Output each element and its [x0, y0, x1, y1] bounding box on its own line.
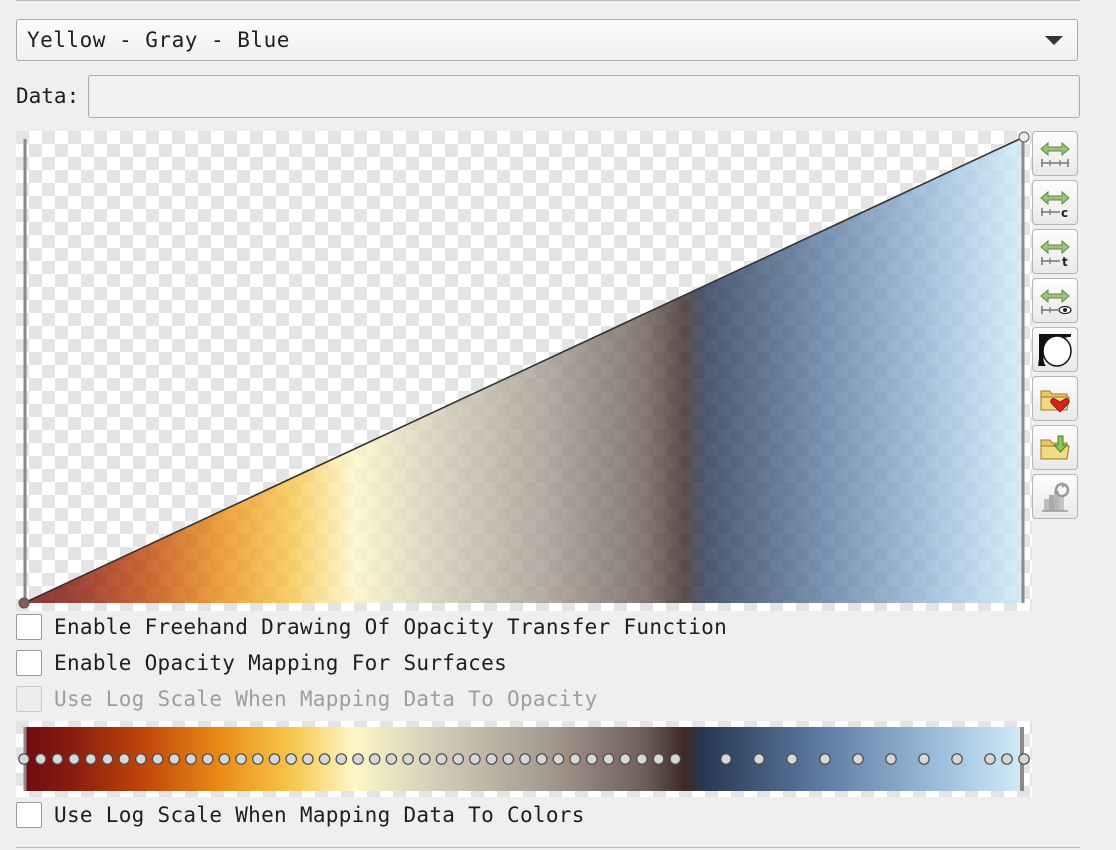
log-scale-opacity-checkbox — [16, 686, 42, 712]
freehand-drawing-label: Enable Freehand Drawing Of Opacity Trans… — [54, 615, 728, 639]
color-control-point[interactable] — [418, 753, 431, 765]
color-control-point[interactable] — [402, 753, 414, 765]
color-control-point[interactable] — [168, 753, 181, 765]
opacity-control-point-end[interactable] — [1018, 131, 1030, 143]
choose-preset-icon — [1040, 390, 1070, 413]
preset-selected-value: Yellow - Gray - Blue — [27, 28, 290, 52]
color-control-point[interactable] — [435, 753, 448, 765]
color-control-point[interactable] — [68, 753, 80, 765]
color-control-point[interactable] — [352, 753, 364, 765]
opacity-surfaces-label: Enable Opacity Mapping For Surfaces — [54, 651, 508, 675]
color-control-point[interactable] — [984, 753, 996, 765]
rescale-to-visible-range-button[interactable] — [1032, 278, 1078, 323]
log-scale-colors-label: Use Log Scale When Mapping Data To Color… — [54, 803, 585, 827]
color-control-point[interactable] — [885, 753, 897, 765]
color-control-point[interactable] — [34, 753, 47, 765]
opacity-surfaces-checkbox[interactable] — [16, 650, 42, 676]
data-histogram-button[interactable] — [1032, 474, 1078, 519]
save-to-preset-icon — [1040, 435, 1070, 459]
color-control-point[interactable] — [502, 753, 515, 765]
color-control-point[interactable] — [135, 753, 147, 765]
color-control-point[interactable] — [118, 753, 130, 765]
color-control-point[interactable] — [185, 753, 197, 765]
color-control-point[interactable] — [201, 753, 214, 765]
color-control-point[interactable] — [669, 753, 682, 765]
color-control-point[interactable] — [385, 753, 398, 765]
color-control-point[interactable] — [519, 753, 531, 765]
log-scale-opacity-label: Use Log Scale When Mapping Data To Opaci… — [54, 687, 598, 711]
rescale-to-data-range-icon — [1040, 141, 1070, 167]
color-control-point[interactable] — [720, 753, 732, 765]
rescale-to-custom-range-button[interactable]: c — [1032, 180, 1078, 225]
color-control-point[interactable] — [469, 753, 481, 765]
opacity-transfer-function-editor[interactable] — [16, 131, 1032, 611]
color-control-point[interactable] — [101, 753, 114, 765]
preset-dropdown[interactable]: Yellow - Gray - Blue — [16, 19, 1078, 61]
color-control-point[interactable] — [1018, 753, 1030, 765]
color-control-point[interactable] — [636, 753, 648, 765]
color-control-point[interactable] — [51, 753, 64, 765]
color-control-point[interactable] — [652, 753, 665, 765]
svg-text:c: c — [1061, 206, 1068, 218]
top-divider — [16, 0, 1080, 1]
invert-transfer-function-button[interactable] — [1032, 327, 1078, 372]
color-control-point[interactable] — [585, 753, 598, 765]
color-control-point[interactable] — [252, 753, 264, 765]
color-control-point[interactable] — [485, 753, 498, 765]
opacity-surfaces-checkbox-row[interactable]: Enable Opacity Mapping For Surfaces — [16, 650, 507, 676]
color-control-point[interactable] — [235, 753, 247, 765]
color-control-point[interactable] — [619, 753, 631, 765]
color-transfer-function-editor[interactable] — [16, 721, 1032, 797]
color-control-point[interactable] — [552, 753, 565, 765]
data-input[interactable] — [88, 75, 1080, 118]
color-control-point[interactable] — [819, 753, 831, 765]
color-control-point[interactable] — [268, 753, 281, 765]
svg-text:t: t — [1062, 255, 1068, 267]
color-control-point[interactable] — [368, 753, 381, 765]
rescale-to-custom-range-icon: c — [1040, 190, 1070, 218]
log-scale-opacity-checkbox-row: Use Log Scale When Mapping Data To Opaci… — [16, 686, 598, 712]
rescale-to-data-range-button[interactable] — [1032, 131, 1078, 176]
chevron-down-icon[interactable] — [1045, 36, 1063, 45]
color-control-point[interactable] — [602, 753, 615, 765]
color-control-point[interactable] — [535, 753, 548, 765]
color-control-point[interactable] — [285, 753, 297, 765]
color-control-point[interactable] — [569, 753, 581, 765]
rescale-to-temporal-range-button[interactable]: t — [1032, 229, 1078, 274]
rescale-to-visible-range-icon — [1040, 288, 1072, 314]
color-control-point[interactable] — [951, 753, 963, 765]
color-control-point[interactable] — [452, 753, 464, 765]
rescale-to-temporal-range-icon: t — [1040, 239, 1070, 267]
data-histogram-icon — [1042, 481, 1070, 512]
color-control-point[interactable] — [335, 753, 348, 765]
freehand-drawing-checkbox-row[interactable]: Enable Freehand Drawing Of Opacity Trans… — [16, 614, 727, 640]
log-scale-colors-checkbox[interactable] — [16, 802, 42, 828]
color-control-point[interactable] — [85, 753, 97, 765]
data-label: Data: — [16, 84, 80, 108]
color-control-point[interactable] — [1001, 753, 1013, 765]
color-control-point[interactable] — [918, 753, 930, 765]
log-scale-colors-checkbox-row[interactable]: Use Log Scale When Mapping Data To Color… — [16, 802, 585, 828]
color-control-point[interactable] — [218, 753, 231, 765]
save-to-preset-button[interactable] — [1032, 425, 1078, 470]
color-control-point[interactable] — [302, 753, 314, 765]
bottom-divider — [16, 847, 1080, 848]
opacity-control-point-start[interactable] — [18, 597, 30, 609]
color-control-point[interactable] — [786, 753, 798, 765]
color-control-point[interactable] — [151, 753, 164, 765]
freehand-drawing-checkbox[interactable] — [16, 614, 42, 640]
color-control-point[interactable] — [318, 753, 331, 765]
invert-transfer-function-icon — [1038, 333, 1072, 367]
transfer-function-toolbar: c t — [1032, 131, 1080, 523]
color-control-point[interactable] — [852, 753, 864, 765]
color-control-point[interactable] — [18, 753, 30, 765]
choose-preset-button[interactable] — [1032, 376, 1078, 421]
color-control-point[interactable] — [753, 753, 765, 765]
